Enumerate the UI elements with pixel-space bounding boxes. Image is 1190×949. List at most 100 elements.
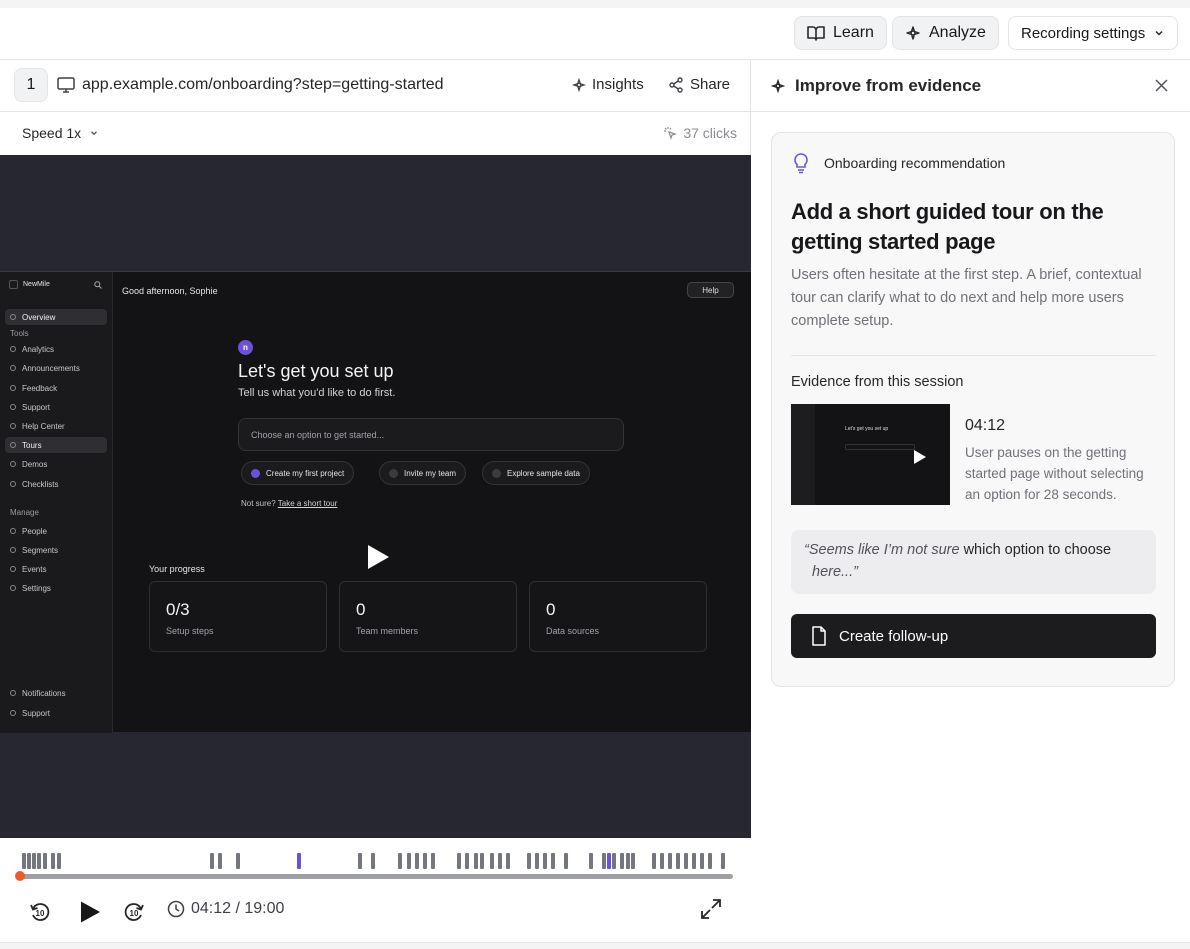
monitor-icon <box>57 77 75 93</box>
recorded-sidebar: NewMile Overview Tools Analytics Announc… <box>0 272 113 733</box>
event-marker[interactable] <box>620 853 624 869</box>
event-marker[interactable] <box>589 853 593 869</box>
event-marker[interactable] <box>684 853 688 869</box>
event-marker[interactable] <box>431 853 435 869</box>
event-marker[interactable] <box>51 853 55 869</box>
event-marker[interactable] <box>371 853 375 869</box>
event-marker[interactable] <box>721 853 725 869</box>
event-marker[interactable] <box>612 853 616 869</box>
chevron-down-icon <box>91 131 98 136</box>
insights-label: Insights <box>592 76 644 93</box>
speed-dropdown[interactable]: Speed 1x <box>22 125 99 141</box>
share-button[interactable]: Share <box>668 76 730 93</box>
recorded-nav-item: Support <box>5 705 107 721</box>
top-bar: Learn Analyze Recording settings <box>0 0 1190 60</box>
event-marker[interactable] <box>602 853 606 869</box>
event-marker[interactable] <box>358 853 362 869</box>
event-marker[interactable] <box>474 853 478 869</box>
event-marker[interactable] <box>700 853 704 869</box>
event-marker[interactable] <box>236 853 240 869</box>
event-marker[interactable] <box>398 853 402 869</box>
event-marker[interactable] <box>407 853 411 869</box>
recorded-nav-item: Notifications <box>5 685 107 701</box>
recorded-nav-item: Settings <box>5 580 107 596</box>
event-marker[interactable] <box>57 853 61 869</box>
event-marker[interactable] <box>676 853 680 869</box>
event-marker[interactable] <box>210 853 214 869</box>
recorded-logo: n <box>238 340 253 355</box>
clicks-count: 37 clicks <box>663 125 737 141</box>
recorded-nav-item: Demos <box>5 456 107 472</box>
event-marker[interactable] <box>465 853 469 869</box>
event-marker[interactable] <box>457 853 461 869</box>
learn-label: Learn <box>833 24 874 41</box>
event-marker[interactable] <box>527 853 531 869</box>
event-marker[interactable] <box>564 853 568 869</box>
session-index[interactable]: 1 <box>14 68 48 102</box>
event-marker[interactable] <box>543 853 547 869</box>
session-player-panel: 1 app.example.com/onboarding?step=gettin… <box>0 60 751 942</box>
recorded-nav-item: Segments <box>5 542 107 558</box>
event-marker[interactable] <box>498 853 502 869</box>
recording-settings-dropdown[interactable]: Recording settings <box>1008 16 1179 50</box>
event-marker[interactable] <box>415 853 419 869</box>
time-label: 04:12 / 19:00 <box>191 900 285 917</box>
player-controls: 10 10 04:12 / 19:00 <box>0 838 751 942</box>
event-marker[interactable] <box>626 853 630 869</box>
event-marker[interactable] <box>551 853 555 869</box>
event-marker[interactable] <box>297 853 301 869</box>
learn-button[interactable]: Learn <box>794 16 887 50</box>
fullscreen-icon[interactable] <box>700 898 722 920</box>
event-marker[interactable] <box>607 853 611 869</box>
recommendation-tag: Onboarding recommendation <box>824 155 1006 171</box>
search-icon <box>94 281 102 289</box>
recorded-help-button: Help <box>687 282 734 298</box>
recorded-nav-item: Support <box>5 399 107 415</box>
analyze-label: Analyze <box>929 24 986 41</box>
event-marker[interactable] <box>668 853 672 869</box>
recorded-progress-card: 0 Data sources <box>529 581 707 652</box>
event-marker[interactable] <box>37 853 41 869</box>
event-marker[interactable] <box>490 853 494 869</box>
improve-panel: Improve from evidence Onboarding recomme… <box>751 60 1190 942</box>
event-marker[interactable] <box>43 853 47 869</box>
close-icon[interactable] <box>1155 79 1168 92</box>
event-marker[interactable] <box>660 853 664 869</box>
event-marker[interactable] <box>652 853 656 869</box>
speed-label: Speed 1x <box>22 125 82 141</box>
recorded-not-sure: Not sure? Take a short tour <box>241 499 338 508</box>
event-marker[interactable] <box>480 853 484 869</box>
recorded-nav-item: People <box>5 523 107 539</box>
playhead[interactable] <box>15 871 25 881</box>
recorded-main: Good afternoon, Sophie Help n Let's get … <box>113 272 751 733</box>
create-follow-up-button[interactable]: Create follow-up <box>791 614 1156 658</box>
event-marker[interactable] <box>218 853 222 869</box>
recorded-nav-item: Events <box>5 561 107 577</box>
play-icon[interactable] <box>78 900 102 924</box>
insights-button[interactable]: Insights <box>572 76 644 93</box>
event-marker[interactable] <box>708 853 712 869</box>
panel-header: Improve from evidence <box>751 60 1190 112</box>
recorded-progress-label: Your progress <box>149 564 205 574</box>
recorded-chip: Explore sample data <box>482 461 590 485</box>
recorded-chip: Invite my team <box>379 461 467 485</box>
play-overlay-icon[interactable] <box>365 543 391 571</box>
event-marker[interactable] <box>27 853 31 869</box>
event-marker[interactable] <box>32 853 36 869</box>
clock-icon <box>167 900 185 918</box>
panel-title: Improve from evidence <box>795 76 982 95</box>
event-marker[interactable] <box>692 853 696 869</box>
speed-bar: Speed 1x 37 clicks <box>0 112 751 154</box>
session-video[interactable]: NewMile Overview Tools Analytics Announc… <box>0 155 751 838</box>
rewind-10-icon[interactable]: 10 <box>28 900 52 924</box>
analyze-button[interactable]: Analyze <box>892 16 999 50</box>
event-marker[interactable] <box>506 853 510 869</box>
event-marker[interactable] <box>423 853 427 869</box>
recorded-section-tools: Tools <box>10 329 29 338</box>
event-marker[interactable] <box>22 853 26 869</box>
event-marker[interactable] <box>535 853 539 869</box>
timeline-track[interactable] <box>20 874 733 879</box>
evidence-thumbnail[interactable]: Let's get you set up <box>791 404 950 505</box>
forward-10-icon[interactable]: 10 <box>122 900 146 924</box>
event-marker[interactable] <box>631 853 635 869</box>
